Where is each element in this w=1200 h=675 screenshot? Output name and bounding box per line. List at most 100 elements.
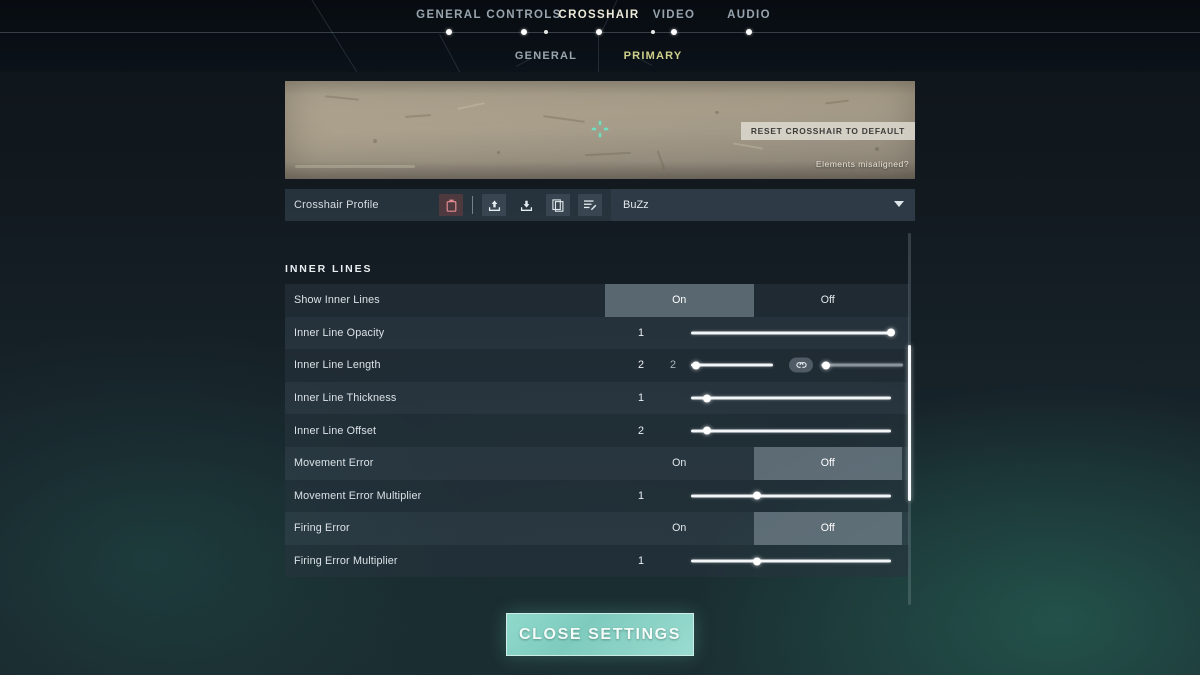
download-icon [520, 199, 533, 212]
link-sliders-toggle[interactable] [789, 358, 813, 373]
tab-crosshair[interactable]: CROSSHAIR [558, 9, 639, 21]
slider-thumb[interactable] [887, 329, 895, 337]
movement-error-toggle: On Off [605, 447, 902, 480]
close-settings-button[interactable]: CLOSE SETTINGS [506, 613, 694, 656]
texture-detail [325, 95, 359, 101]
elements-misaligned-link[interactable]: Elements misaligned? [816, 159, 909, 169]
setting-control: 2 [605, 414, 909, 447]
slider-thumb[interactable] [822, 361, 830, 369]
setting-label: Firing Error [285, 522, 605, 534]
settings-scrollbar-thumb[interactable] [908, 345, 911, 501]
table-row: Firing Error On Off [285, 512, 909, 545]
duplicate-profile-button[interactable] [546, 194, 570, 216]
crosshair-profile-left: Crosshair Profile [285, 189, 611, 221]
texture-detail [657, 150, 666, 169]
subtab-marker-dot [544, 30, 548, 34]
tab-list: GENERAL CONTROLS CROSSHAIR VIDEO AUDIO [0, 0, 1200, 32]
tab-marker-dot [446, 29, 452, 35]
rename-profile-button[interactable] [578, 194, 602, 216]
texture-detail [825, 100, 849, 105]
inner-line-thickness-slider[interactable] [691, 397, 891, 400]
settings-scrollbar-track[interactable] [908, 233, 911, 605]
slider-thumb[interactable] [753, 492, 761, 500]
upload-icon [488, 199, 501, 212]
setting-value-primary: 2 [631, 359, 651, 371]
slider-thumb[interactable] [703, 394, 711, 402]
toggle-option-on[interactable]: On [605, 284, 754, 317]
setting-value: 2 [631, 425, 651, 437]
tab-controls[interactable]: CONTROLS [486, 9, 561, 21]
crosshair-profile-dropdown[interactable]: BuZz [611, 189, 915, 221]
setting-control: On Off [605, 447, 909, 480]
setting-control: 1 [605, 545, 909, 578]
inner-line-offset-slider[interactable] [691, 429, 891, 432]
setting-control: 2 2 [605, 349, 909, 382]
table-row: Movement Error On Off [285, 447, 909, 480]
import-profile-button[interactable] [482, 194, 506, 216]
tab-general[interactable]: GENERAL [416, 9, 482, 21]
chevron-down-icon [894, 201, 904, 207]
setting-control: 1 [605, 317, 909, 350]
texture-detail [457, 102, 485, 110]
tab-video[interactable]: VIDEO [653, 9, 696, 21]
crosshair-line-bottom [599, 133, 601, 137]
setting-label: Firing Error Multiplier [285, 555, 605, 567]
toolbar-divider [472, 196, 473, 214]
crosshair-line-right [604, 128, 608, 130]
setting-control: 1 [605, 480, 909, 513]
setting-value: 1 [631, 392, 651, 404]
slider-thumb[interactable] [753, 557, 761, 565]
decor-line [598, 34, 599, 72]
setting-control: On Off [605, 284, 909, 317]
crosshair-line-left [592, 128, 596, 130]
delete-profile-button[interactable] [439, 194, 463, 216]
toggle-option-on[interactable]: On [605, 512, 754, 545]
texture-detail [295, 165, 415, 168]
movement-error-multiplier-slider[interactable] [691, 494, 891, 497]
top-navigation-bar: GENERAL CONTROLS CROSSHAIR VIDEO AUDIO G… [0, 0, 1200, 72]
toggle-option-on[interactable]: On [605, 447, 754, 480]
setting-value: 1 [631, 555, 651, 567]
crosshair-profile-value: BuZz [623, 199, 649, 211]
texture-detail [875, 147, 879, 151]
tab-marker-dot [746, 29, 752, 35]
slider-thumb[interactable] [703, 427, 711, 435]
settings-screen: GENERAL CONTROLS CROSSHAIR VIDEO AUDIO G… [0, 0, 1200, 675]
settings-rows: Show Inner Lines On Off Inner Line Opaci… [285, 284, 909, 577]
inner-line-opacity-slider[interactable] [691, 331, 891, 334]
decor-line [439, 34, 496, 72]
inner-line-length-slider-1[interactable] [691, 364, 773, 367]
texture-detail [733, 142, 763, 149]
firing-error-toggle: On Off [605, 512, 902, 545]
subtab-marker-dot [651, 30, 655, 34]
toggle-option-off[interactable]: Off [754, 512, 903, 545]
setting-label: Inner Line Offset [285, 425, 605, 437]
inner-line-length-slider-2[interactable] [821, 364, 903, 367]
table-row: Inner Line Opacity 1 [285, 317, 909, 350]
toggle-option-off[interactable]: Off [754, 447, 903, 480]
table-row: Movement Error Multiplier 1 [285, 480, 909, 513]
show-inner-lines-toggle: On Off [605, 284, 902, 317]
tab-audio[interactable]: AUDIO [727, 9, 771, 21]
table-row: Inner Line Thickness 1 [285, 382, 909, 415]
slider-thumb[interactable] [692, 361, 700, 369]
texture-detail [405, 114, 431, 118]
tab-marker-dot [671, 29, 677, 35]
export-profile-button[interactable] [514, 194, 538, 216]
reset-crosshair-to-default-button[interactable]: RESET CROSSHAIR TO DEFAULT [741, 122, 915, 140]
texture-detail [543, 115, 585, 123]
crosshair-glyph [592, 121, 608, 137]
firing-error-multiplier-slider[interactable] [691, 560, 891, 563]
table-row: Show Inner Lines On Off [285, 284, 909, 317]
setting-control: 1 [605, 382, 909, 415]
setting-value: 1 [631, 490, 651, 502]
texture-detail [715, 111, 719, 114]
toggle-option-off[interactable]: Off [754, 284, 903, 317]
crosshair-profile-label: Crosshair Profile [294, 199, 379, 211]
profile-action-toolbar [435, 189, 606, 221]
setting-label: Movement Error [285, 457, 605, 469]
subtab-general[interactable]: GENERAL [515, 50, 577, 62]
texture-detail [373, 139, 377, 143]
setting-value: 1 [631, 327, 651, 339]
subtab-primary[interactable]: PRIMARY [624, 50, 683, 62]
